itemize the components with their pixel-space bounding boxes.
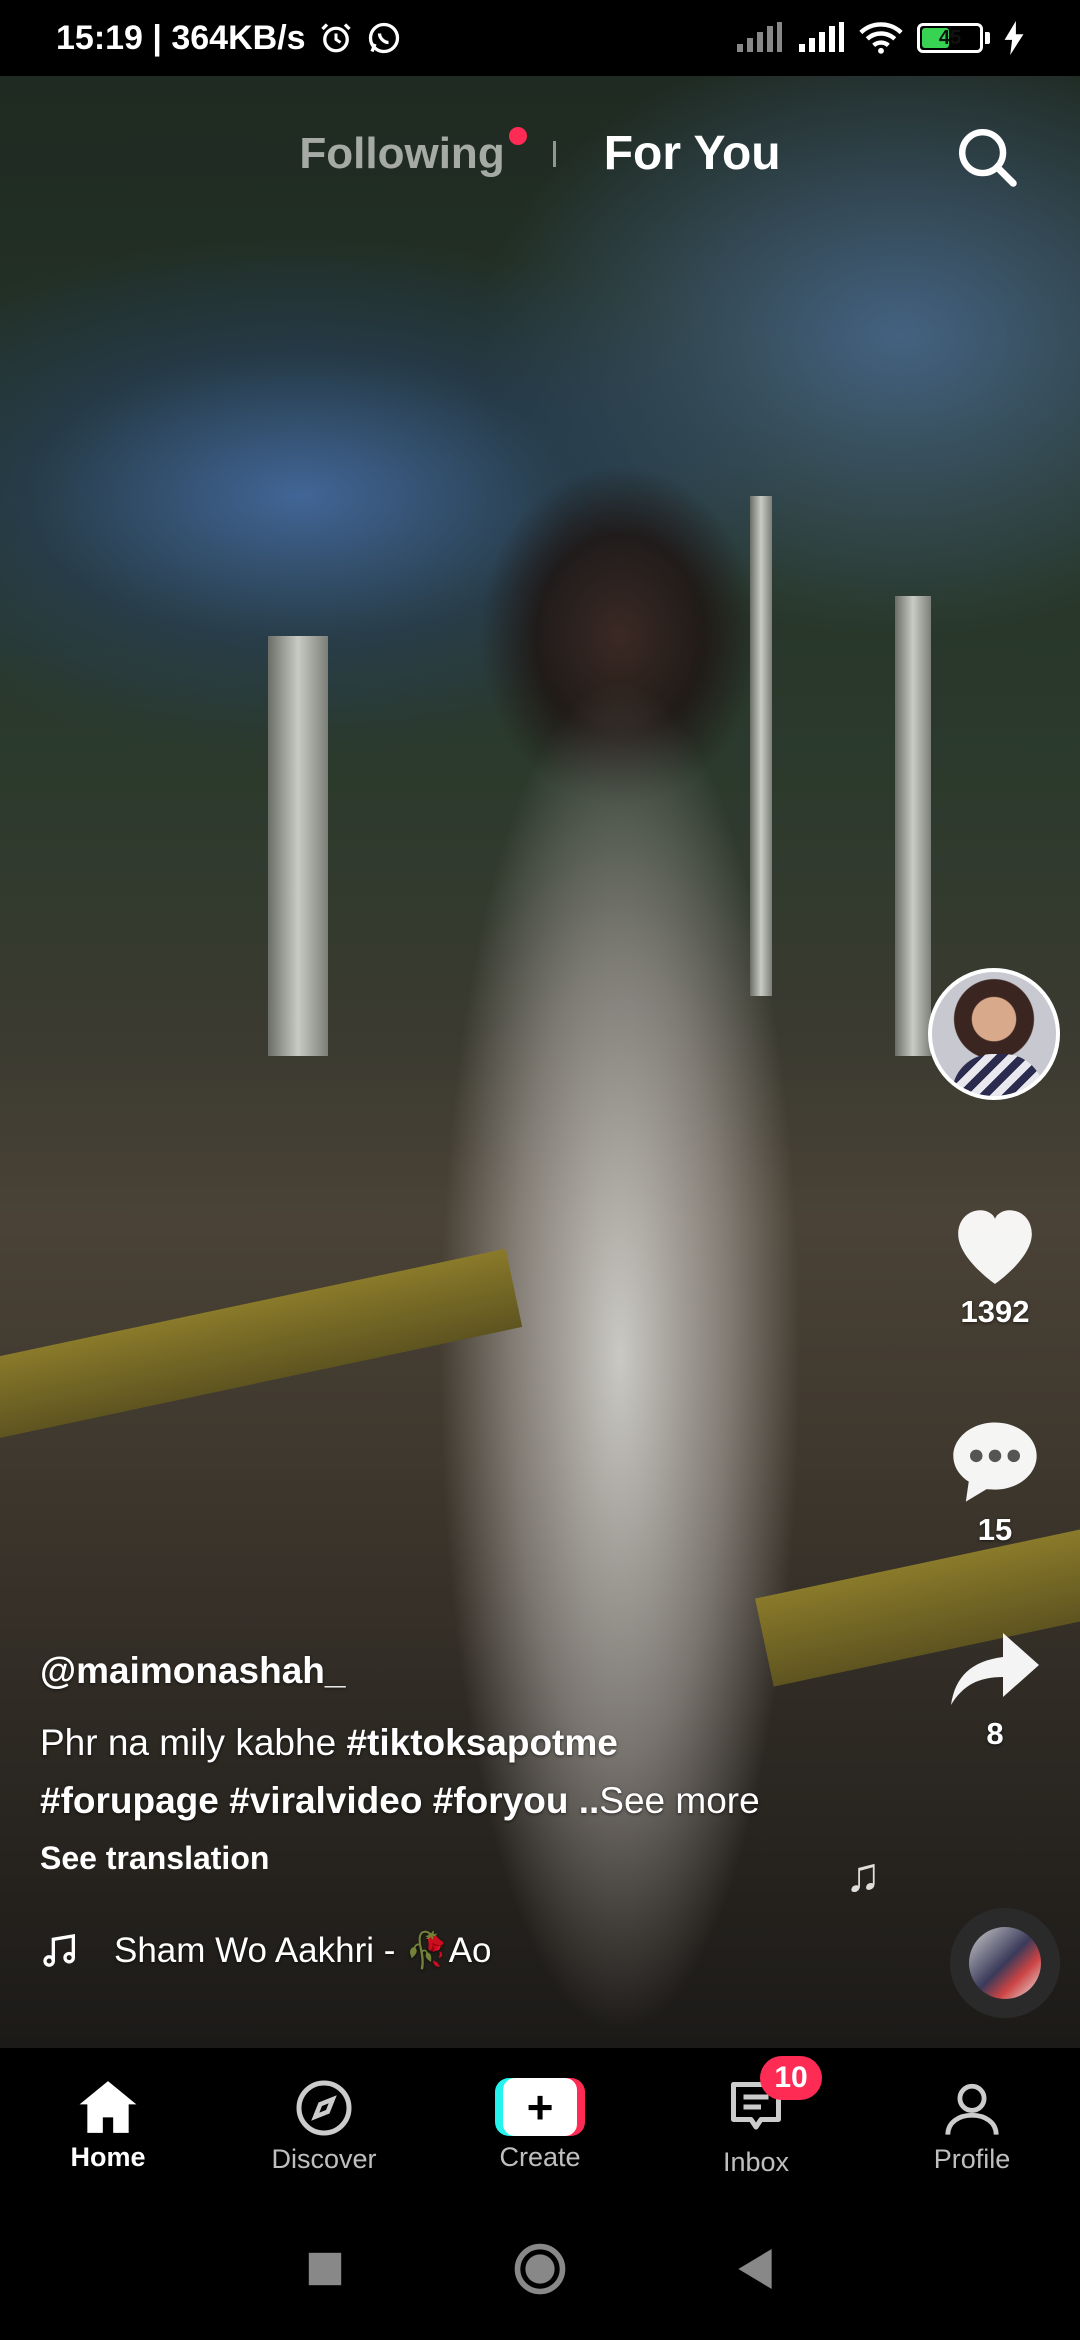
music-row[interactable]: Sham Wo Aakhri - 🥀Ao [40, 1930, 492, 1971]
share-icon [951, 1633, 1039, 1705]
recents-button[interactable] [307, 2251, 343, 2287]
see-translation-link[interactable]: See translation [40, 1840, 840, 1877]
curb [0, 1248, 523, 1444]
plus-icon: + [503, 2078, 577, 2136]
comment-count: 15 [977, 1512, 1013, 1547]
heart-icon [958, 1210, 1032, 1284]
tree-trunk [750, 496, 772, 996]
like-button[interactable]: 1392 [925, 1198, 1065, 1330]
battery-icon: 45 [917, 23, 990, 53]
nav-discover-label: Discover [271, 2144, 377, 2174]
comment-button[interactable]: 15 [925, 1414, 1065, 1548]
share-button[interactable]: 8 [925, 1628, 1065, 1752]
search-icon [959, 129, 1017, 187]
tree-trunk [895, 596, 931, 1056]
nav-inbox[interactable]: 10 Inbox [648, 2048, 864, 2198]
nav-inbox-label: Inbox [722, 2147, 790, 2177]
whatsapp-icon [368, 22, 399, 54]
tab-for-you[interactable]: For You [604, 126, 781, 181]
create-button[interactable]: + [495, 2078, 585, 2136]
description-text: Phr na mily kabhe [40, 1722, 347, 1763]
inbox-icon-wrap: 10 [726, 2056, 822, 2141]
home-system-button[interactable] [513, 2242, 567, 2296]
notification-dot [508, 126, 527, 145]
status-time-speed: 15:19 | 364KB/s [56, 18, 306, 57]
floating-note-icon: ♫ [845, 1849, 881, 1902]
avatar-clothing [952, 1054, 1044, 1096]
nav-home-label: Home [70, 2142, 146, 2172]
alarm-icon [320, 23, 351, 53]
post-caption: @maimonashah_ Phr na mily kabhe #tiktoks… [40, 1650, 840, 1877]
like-count: 1392 [960, 1294, 1030, 1329]
battery-body: 45 [917, 23, 983, 53]
tree-trunk [268, 636, 328, 1056]
inbox-badge: 10 [760, 2056, 822, 2100]
tab-separator [552, 140, 556, 167]
comment-icon [953, 1422, 1037, 1502]
compass-icon [296, 2080, 352, 2136]
tab-following-label: Following [299, 128, 505, 178]
nav-profile-label: Profile [933, 2144, 1011, 2174]
music-note-icon [43, 1933, 75, 1967]
creator-username[interactable]: @maimonashah_ [40, 1650, 840, 1692]
music-disc[interactable] [950, 1908, 1060, 2018]
disc-cover [969, 1927, 1041, 1999]
post-description[interactable]: Phr na mily kabhe #tiktoksapotme #forupa… [40, 1714, 840, 1830]
tab-following[interactable]: Following [299, 126, 527, 179]
status-right: 45 [735, 21, 1024, 55]
back-button[interactable] [737, 2249, 773, 2289]
status-left: 15:19 | 364KB/s [56, 19, 402, 58]
search-button[interactable] [952, 122, 1022, 192]
bottom-nav: Home Discover + Create 10 Inbox Profile [0, 2048, 1080, 2198]
music-title: Sham Wo Aakhri - 🥀Ao [114, 1931, 492, 1970]
nav-create-label: Create [499, 2142, 581, 2172]
charging-icon [1004, 21, 1024, 55]
profile-icon [945, 2083, 999, 2135]
system-navigation [0, 2198, 1080, 2340]
see-more-link[interactable]: See more [599, 1780, 759, 1821]
top-tabs: Following For You [0, 126, 1080, 181]
share-count: 8 [986, 1716, 1004, 1751]
nav-profile[interactable]: Profile [864, 2048, 1080, 2198]
status-bar: 15:19 | 364KB/s 45 [0, 0, 1080, 76]
hashtag[interactable]: #tiktoksapotme [346, 1722, 617, 1763]
signal-icon [737, 22, 782, 52]
nav-create[interactable]: + Create [432, 2048, 648, 2198]
hashtags-line[interactable]: #forupage #viralvideo #foryou .. [40, 1780, 599, 1821]
signal-icon [799, 22, 844, 52]
wifi-icon [859, 22, 903, 54]
nav-home[interactable]: Home [0, 2048, 216, 2198]
battery-level: 45 [938, 26, 962, 49]
creator-avatar[interactable] [928, 968, 1060, 1100]
nav-discover[interactable]: Discover [216, 2048, 432, 2198]
home-icon [79, 2081, 137, 2133]
